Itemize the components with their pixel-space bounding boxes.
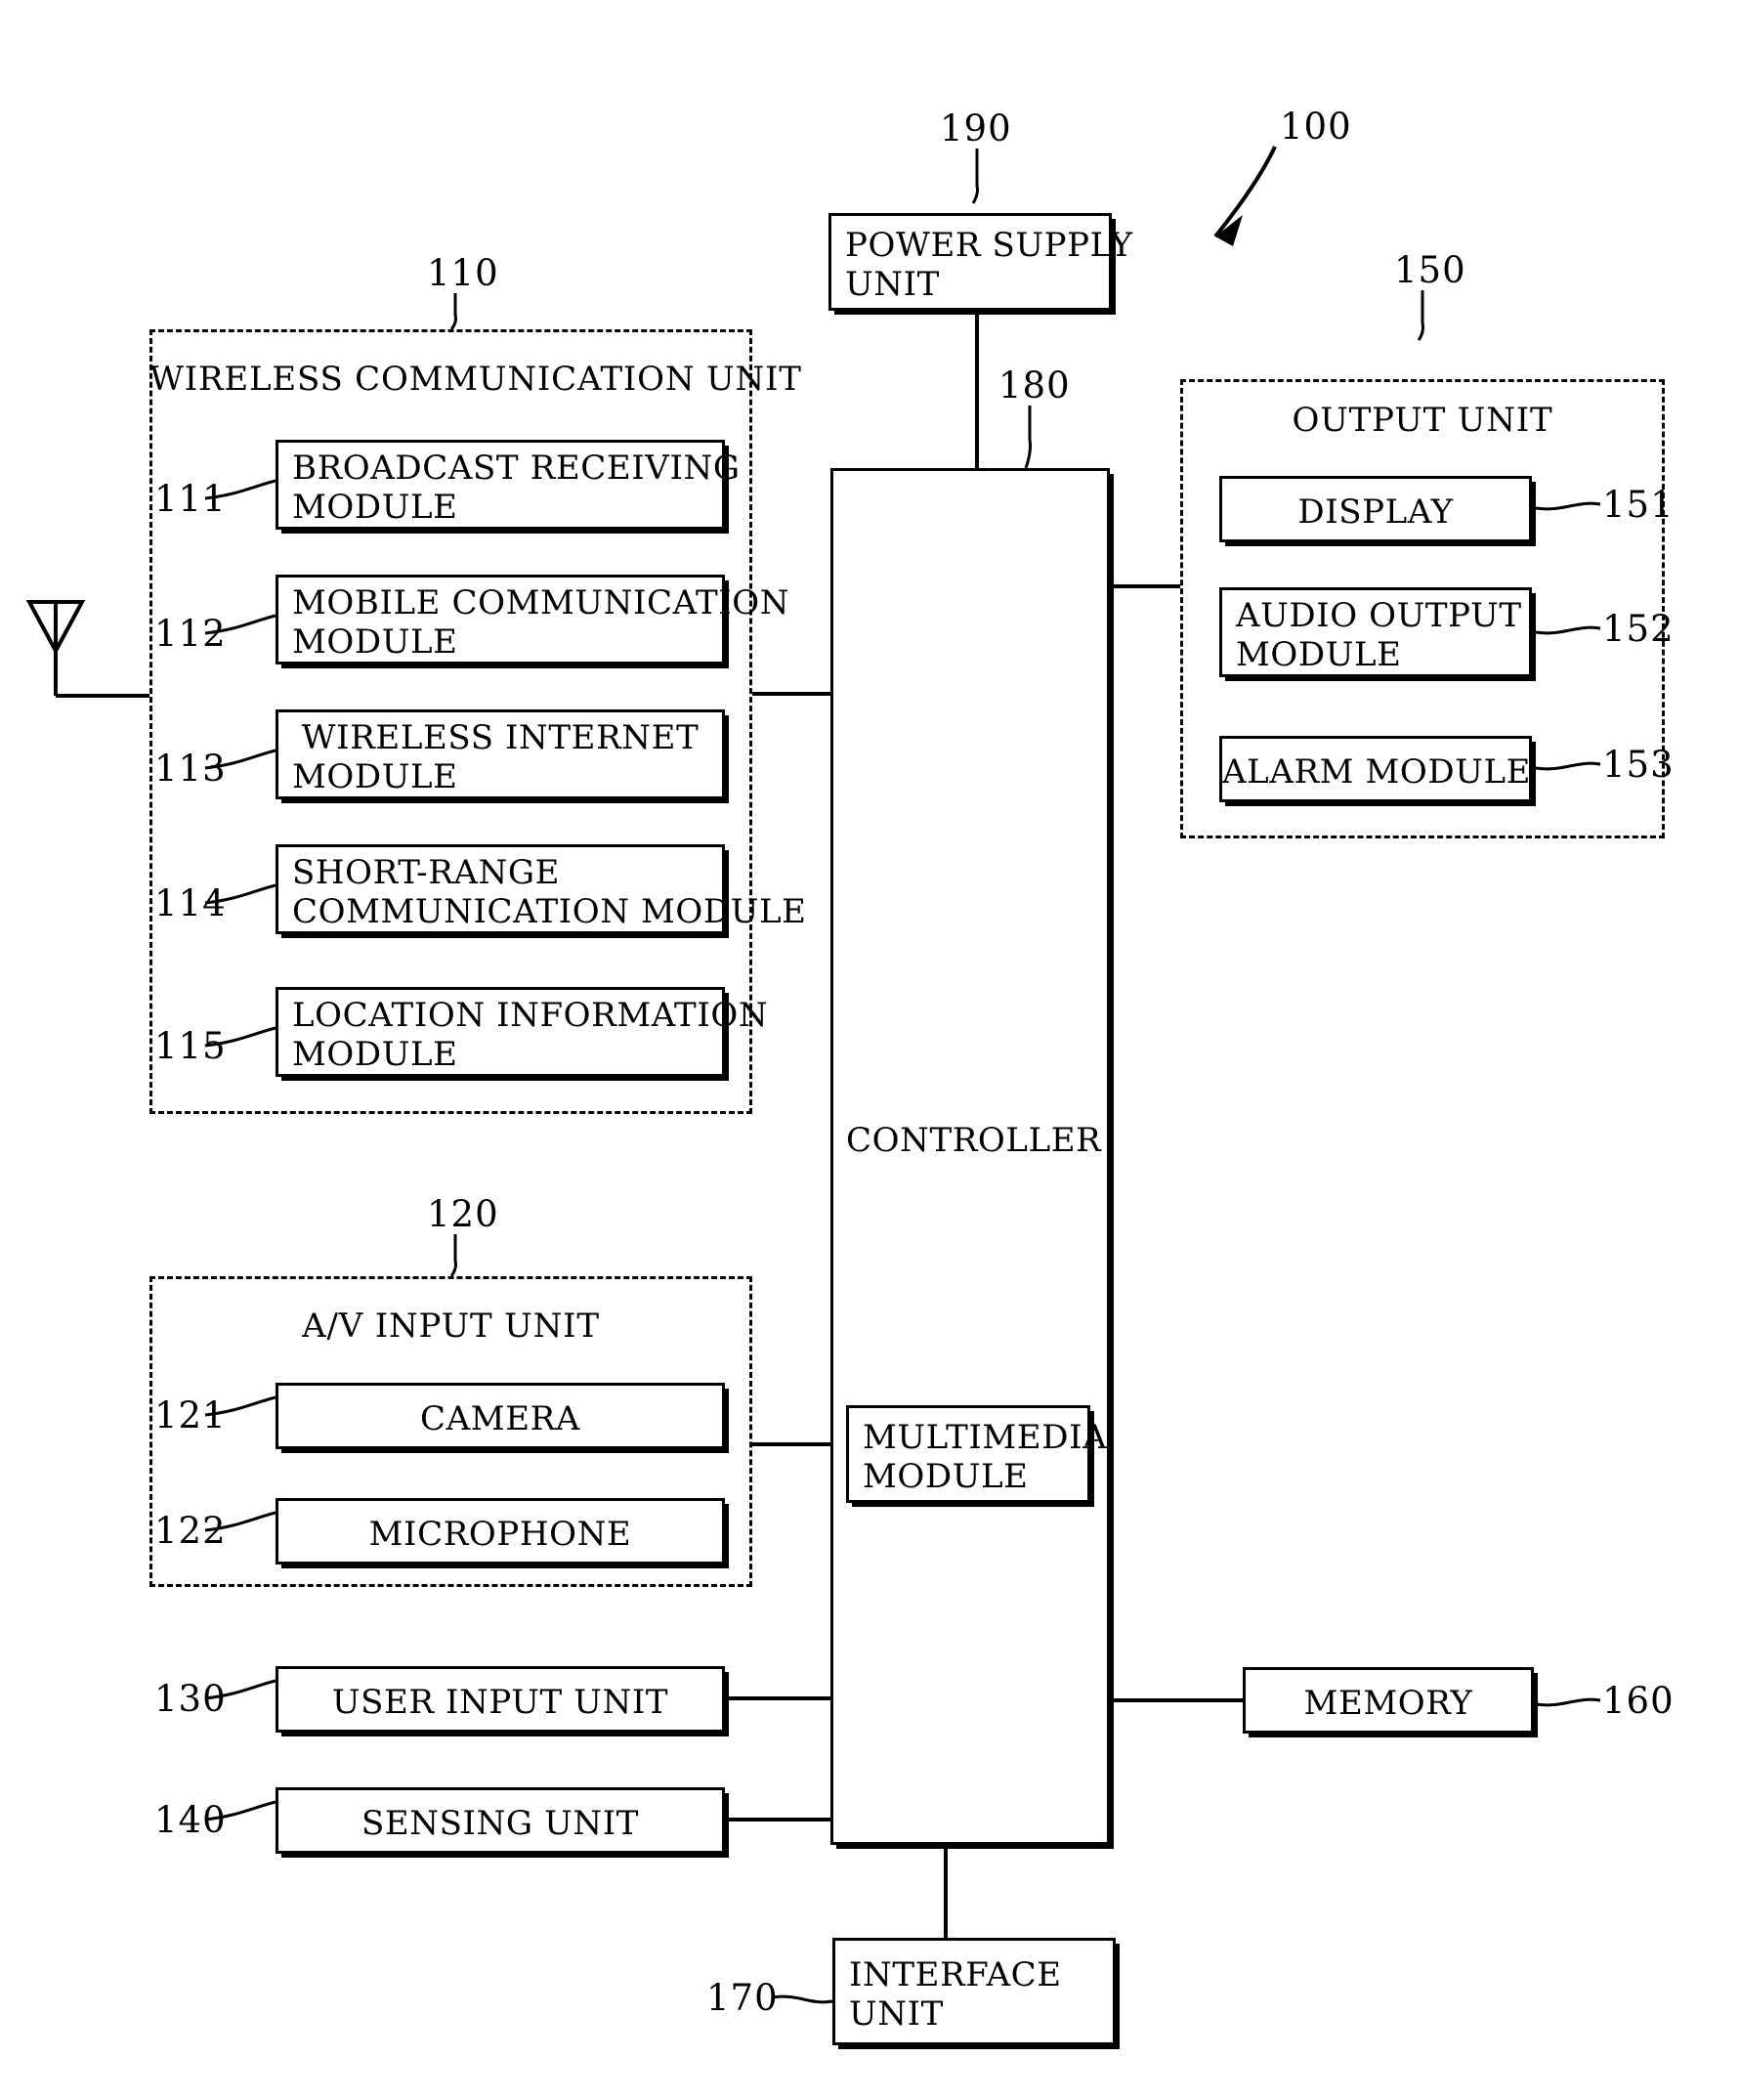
microphone-box[interactable]: MICROPHONE xyxy=(276,1498,725,1564)
short-range-communication-module-box[interactable]: SHORT-RANGE COMMUNICATION MODULE xyxy=(276,844,807,934)
av-input-unit-title: A/V INPUT UNIT xyxy=(302,1307,600,1346)
mobile-communication-module-line2: MODULE xyxy=(292,622,458,662)
sensing-unit-label: SENSING UNIT xyxy=(361,1803,639,1843)
alarm-module-box[interactable]: ALARM MODULE xyxy=(1219,736,1532,802)
location-information-module-line1: LOCATION INFORMATION xyxy=(292,995,769,1035)
ref-160: 160 xyxy=(1602,1680,1675,1722)
interface-unit-line1: INTERFACE xyxy=(849,1954,1062,1994)
alarm-module-label: ALARM MODULE xyxy=(1222,751,1532,792)
ref-120: 120 xyxy=(427,1193,499,1235)
broadcast-receiving-module-line1: BROADCAST RECEIVING xyxy=(292,448,741,488)
display-box[interactable]: DISPLAY xyxy=(1219,476,1532,542)
microphone-label: MICROPHONE xyxy=(368,1514,632,1554)
interface-unit-line2: UNIT xyxy=(849,1994,944,2034)
wireless-internet-module-line1: WIRELESS INTERNET xyxy=(301,717,700,757)
broadcast-receiving-module-box[interactable]: BROADCAST RECEIVING MODULE xyxy=(276,440,741,530)
multimedia-module-box[interactable]: MULTIMEDIA MODULE xyxy=(846,1405,1108,1503)
short-range-communication-module-line1: SHORT-RANGE xyxy=(292,852,561,892)
multimedia-module-line2: MODULE xyxy=(863,1457,1029,1496)
memory-label: MEMORY xyxy=(1303,1683,1473,1723)
ref-170: 170 xyxy=(706,1977,779,2019)
ref-190: 190 xyxy=(940,107,1012,150)
multimedia-module-line1: MULTIMEDIA xyxy=(863,1417,1108,1457)
ref-110: 110 xyxy=(427,252,499,294)
display-label: DISPLAY xyxy=(1297,492,1454,532)
user-input-unit-box[interactable]: USER INPUT UNIT xyxy=(276,1666,725,1733)
power-supply-unit-box[interactable]: POWER SUPPLY UNIT xyxy=(828,213,1133,311)
short-range-communication-module-line2: COMMUNICATION MODULE xyxy=(292,892,807,931)
audio-output-module-box[interactable]: AUDIO OUTPUT MODULE xyxy=(1219,587,1532,677)
ref-140: 140 xyxy=(154,1799,227,1841)
controller-label: CONTROLLER xyxy=(846,1121,1102,1160)
user-input-unit-label: USER INPUT UNIT xyxy=(331,1682,669,1722)
wireless-communication-unit-title: WIRELESS COMMUNICATION UNIT xyxy=(149,360,802,399)
ref-150: 150 xyxy=(1394,249,1466,291)
power-supply-unit-line1: POWER SUPPLY xyxy=(845,225,1133,265)
mobile-communication-module-line1: MOBILE COMMUNICATION xyxy=(292,582,790,622)
ref-180: 180 xyxy=(998,364,1071,407)
broadcast-receiving-module-line2: MODULE xyxy=(292,488,458,527)
mobile-communication-module-box[interactable]: MOBILE COMMUNICATION MODULE xyxy=(276,575,790,664)
patent-block-diagram: 110 120 150 190 180 181 100 111 112 113 … xyxy=(0,0,1740,2100)
output-unit-title: OUTPUT UNIT xyxy=(1292,401,1553,440)
memory-box[interactable]: MEMORY xyxy=(1243,1667,1534,1734)
ref-130: 130 xyxy=(154,1678,227,1720)
audio-output-module-line2: MODULE xyxy=(1236,635,1402,674)
interface-unit-box[interactable]: INTERFACE UNIT xyxy=(832,1938,1116,2045)
location-information-module-line2: MODULE xyxy=(292,1035,458,1074)
wireless-internet-module-line2: MODULE xyxy=(292,757,458,796)
location-information-module-box[interactable]: LOCATION INFORMATION MODULE xyxy=(276,987,769,1077)
camera-label: CAMERA xyxy=(420,1398,580,1438)
camera-box[interactable]: CAMERA xyxy=(276,1383,725,1449)
audio-output-module-line1: AUDIO OUTPUT xyxy=(1236,595,1522,635)
power-supply-unit-line2: UNIT xyxy=(845,265,940,304)
sensing-unit-box[interactable]: SENSING UNIT xyxy=(276,1787,725,1854)
antenna-icon xyxy=(25,600,149,698)
wireless-internet-module-box[interactable]: WIRELESS INTERNET MODULE xyxy=(276,709,725,799)
ref-100: 100 xyxy=(1280,106,1352,148)
